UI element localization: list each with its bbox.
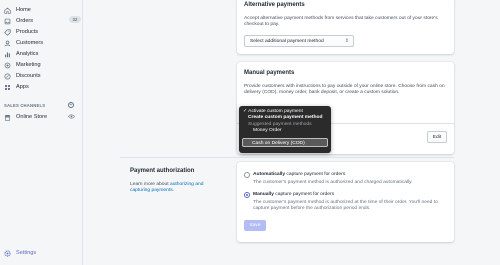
chevron-updown-icon: ⇕ xyxy=(344,38,349,44)
card-title: Manual payments xyxy=(244,70,295,76)
manual-capture-radio[interactable] xyxy=(244,192,250,198)
sidebar-item-home[interactable]: Home xyxy=(4,5,31,15)
select-value: Select additional payment method xyxy=(250,39,324,44)
sidebar-item-label: Discounts xyxy=(16,73,41,79)
sidebar-item-label: Marketing xyxy=(16,62,41,68)
card-title: Alternative payments xyxy=(244,2,305,8)
manual-capture-help: The customer's payment method is authori… xyxy=(253,200,438,212)
auto-capture-help: The customer's payment method is authori… xyxy=(253,180,413,185)
analytics-icon xyxy=(4,51,11,58)
orders-icon xyxy=(4,18,11,25)
customers-icon xyxy=(4,40,11,47)
discounts-icon xyxy=(4,72,11,80)
manual-capture-label[interactable]: Manually capture payment for orders xyxy=(253,192,334,197)
view-store-eye-icon[interactable] xyxy=(68,114,75,119)
dropdown-option-activate[interactable]: ✓ Activate custom payment xyxy=(243,108,303,114)
sidebar-item-analytics[interactable]: Analytics xyxy=(4,49,38,59)
sidebar-item-customers[interactable]: Customers xyxy=(4,38,43,48)
sidebar-item-discounts[interactable]: Discounts xyxy=(4,71,41,81)
apps-icon xyxy=(4,84,11,91)
payment-authorization-title: Payment authorization xyxy=(130,168,195,174)
alternative-payment-select[interactable]: Select additional payment method ⇕ xyxy=(244,35,354,47)
sidebar-item-apps[interactable]: Apps xyxy=(4,82,29,92)
sidebar-item-online-store[interactable]: Online Store xyxy=(4,112,47,122)
dropdown-group-suggested: Suggested payment methods xyxy=(248,122,312,127)
auto-capture-radio[interactable] xyxy=(244,172,250,178)
sidebar-item-label: Analytics xyxy=(16,51,39,57)
sidebar-item-label: Products xyxy=(16,29,39,35)
sidebar-item-label: Customers xyxy=(16,40,44,46)
description-prefix: Learn more about xyxy=(130,182,170,187)
home-icon xyxy=(4,7,11,14)
sidebar-item-products[interactable]: Products xyxy=(4,27,38,37)
sidebar-item-label: Settings xyxy=(16,250,37,256)
sidebar-item-orders[interactable]: Orders 32 xyxy=(4,16,84,26)
dropdown-option-cod[interactable]: Cash on Delivery (COD) xyxy=(242,138,328,147)
save-button[interactable]: Save xyxy=(244,220,266,231)
card-description: Provide customers with instructions to p… xyxy=(244,84,445,96)
manual-payment-dropdown: ✓ Activate custom payment Create custom … xyxy=(239,106,331,153)
add-sales-channel-button[interactable]: + xyxy=(68,102,74,108)
store-icon xyxy=(4,114,11,121)
sidebar-item-label: Home xyxy=(16,7,31,13)
payment-authorization-card: Automatically capture payment for orders… xyxy=(237,162,454,242)
description-suffix: . xyxy=(172,188,175,194)
dropdown-option-create-custom[interactable]: Create custom payment method xyxy=(248,115,322,120)
auto-capture-label[interactable]: Automatically capture payment for orders xyxy=(253,172,345,177)
card-description: Accept alternative payment methods from … xyxy=(244,16,438,28)
orders-count-badge: 32 xyxy=(69,16,81,23)
sidebar-item-marketing[interactable]: Marketing xyxy=(4,60,41,70)
alternative-payments-card: Alternative payments Accept alternative … xyxy=(237,0,454,54)
sidebar-item-settings[interactable]: Settings xyxy=(4,248,36,258)
marketing-icon xyxy=(4,62,11,69)
section-divider xyxy=(120,157,454,158)
dropdown-option-money-order[interactable]: Money Order xyxy=(253,128,282,133)
payment-authorization-description: Learn more about authorizing and capturi… xyxy=(130,182,216,195)
dropdown-option-label: Cash on Delivery (COD) xyxy=(252,140,305,146)
edit-button[interactable]: Edit xyxy=(427,131,447,143)
sidebar-item-label: Online Store xyxy=(16,114,48,120)
gear-icon xyxy=(4,249,11,257)
sidebar-item-label: Orders xyxy=(16,18,34,24)
products-icon xyxy=(4,28,11,36)
sidebar: Home Orders 32 Products Customers Analyt… xyxy=(0,0,83,265)
sidebar-item-label: Apps xyxy=(16,84,29,90)
sales-channels-heading: SALES CHANNELS xyxy=(4,103,46,108)
